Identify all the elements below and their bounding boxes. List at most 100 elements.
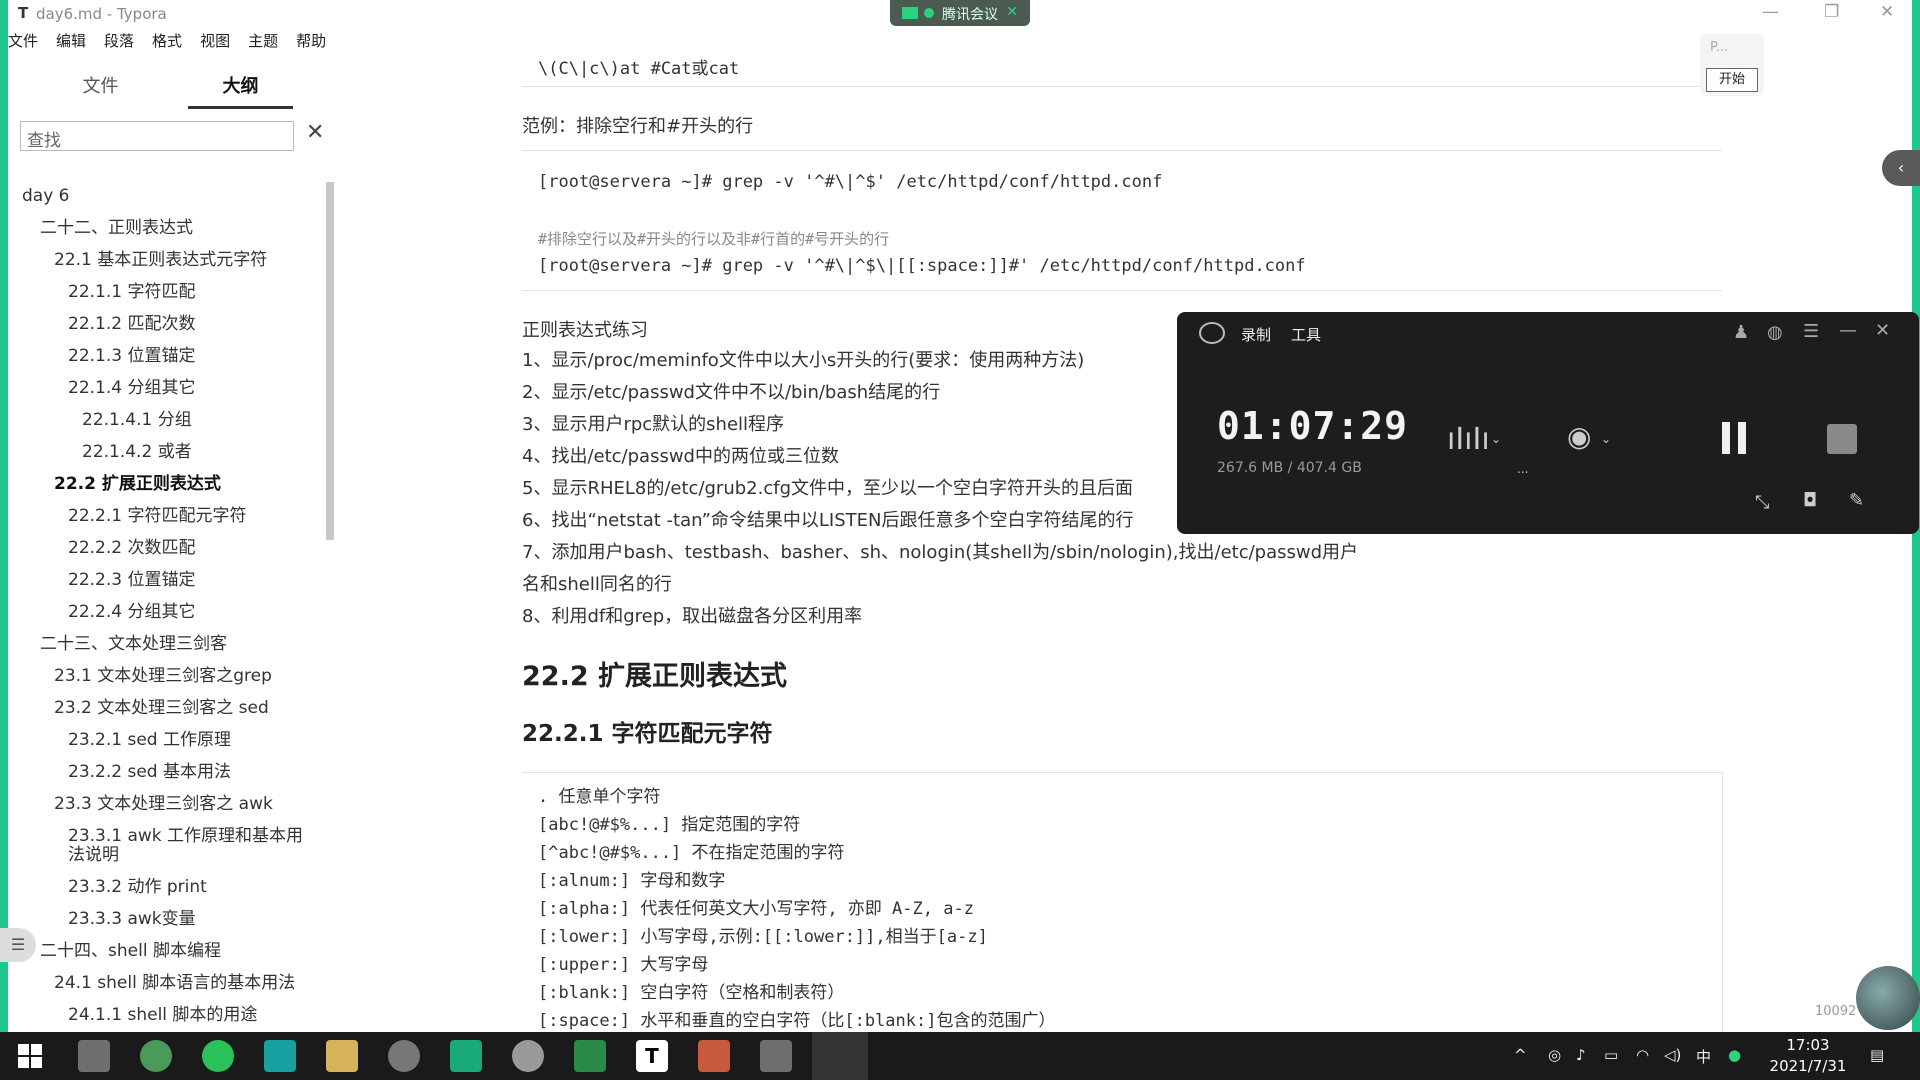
pen-icon[interactable]: ✎: [1849, 490, 1864, 511]
start-button[interactable]: 开始: [1706, 68, 1758, 92]
excel-icon[interactable]: [574, 1040, 606, 1072]
recorder-menu-record[interactable]: 录制: [1241, 324, 1271, 345]
active-app-slot[interactable]: [812, 1032, 868, 1080]
outline-item[interactable]: 22.1.2 匹配次数: [68, 314, 195, 335]
outline-item-continued[interactable]: 法说明: [68, 845, 119, 866]
menu-paragraph[interactable]: 段落: [104, 30, 134, 51]
outline-item[interactable]: 22.2.4 分组其它: [68, 602, 195, 623]
practice-item: 6、找出“netstat -tan”命令结果中以LISTEN后跟任意多个空白字符…: [522, 510, 1134, 531]
screen-recorder-panel: 录制 工具 ♟ ◍ ☰ — ✕ 01:07:29 267.6 MB / 407.…: [1177, 312, 1919, 534]
outline-item[interactable]: 22.1.4 分组其它: [68, 378, 195, 399]
tray-camera-icon[interactable]: ◎: [1548, 1046, 1561, 1064]
outline-item[interactable]: 23.3.2 动作 print: [68, 877, 207, 898]
pause-button[interactable]: [1722, 422, 1748, 454]
outline-item[interactable]: 22.2 扩展正则表达式: [54, 474, 221, 495]
chat-icon[interactable]: ◍: [1767, 322, 1783, 343]
typora-icon[interactable]: T: [636, 1040, 668, 1072]
webcam-chevron-down-icon[interactable]: ⌄: [1601, 432, 1611, 446]
tab-outline[interactable]: 大纲: [188, 72, 293, 109]
taskbar-app-icon[interactable]: [78, 1040, 110, 1072]
audio-wave-icon[interactable]: ıIıIı: [1447, 422, 1490, 457]
tray-volume-icon[interactable]: ◁): [1664, 1046, 1681, 1064]
code-block-border: [1722, 772, 1723, 1032]
audio-chevron-down-icon[interactable]: ⌄: [1491, 432, 1501, 446]
screenshot-tool-icon[interactable]: [264, 1040, 296, 1072]
outline-item[interactable]: 22.1 基本正则表达式元字符: [54, 250, 267, 271]
outline-item[interactable]: day 6: [22, 186, 70, 207]
powerpoint-icon[interactable]: [698, 1040, 730, 1072]
search-input[interactable]: 查找: [20, 121, 294, 151]
webcam-icon[interactable]: ◉: [1567, 420, 1591, 453]
divider: [522, 150, 1722, 151]
search-close-icon[interactable]: ✕: [306, 120, 324, 145]
code-line: \(C\|c\)at #Cat或cat: [538, 59, 740, 79]
signal-icon: [902, 7, 918, 19]
taskbar-app-icon-2[interactable]: [760, 1040, 792, 1072]
typora-app-icon: T: [18, 4, 29, 22]
minimize-button[interactable]: —: [1762, 2, 1779, 22]
menu-edit[interactable]: 编辑: [56, 30, 86, 51]
windows-start-icon[interactable]: [18, 1044, 42, 1068]
outline-item[interactable]: 二十二、正则表达式: [40, 218, 193, 239]
outline-item[interactable]: 23.2.1 sed 工作原理: [68, 730, 231, 751]
clock-date[interactable]: 2021/7/31: [1760, 1057, 1856, 1075]
meeting-label: 腾讯会议: [942, 7, 998, 23]
media-app-icon[interactable]: [512, 1040, 544, 1072]
menu-file[interactable]: 文件: [8, 30, 38, 51]
clock-time[interactable]: 17:03: [1768, 1036, 1848, 1054]
tray-battery-icon[interactable]: ▭: [1604, 1046, 1618, 1064]
sidebar-toggle-icon[interactable]: ☰: [0, 928, 36, 962]
outline-item[interactable]: 22.1.4.2 或者: [82, 442, 192, 463]
wechat-icon[interactable]: [202, 1040, 234, 1072]
outline-item[interactable]: 22.1.1 字符匹配: [68, 282, 195, 303]
menu-format[interactable]: 格式: [152, 30, 182, 51]
outline-item[interactable]: 22.2.3 位置锚定: [68, 570, 195, 591]
fullscreen-icon[interactable]: ⤡: [1755, 492, 1769, 513]
meeting-close-icon[interactable]: ✕: [1006, 4, 1018, 20]
window-title: day6.md - Typora: [36, 5, 167, 23]
outline-item[interactable]: 二十三、文本处理三剑客: [40, 634, 227, 655]
recorder-minimize-button[interactable]: —: [1839, 320, 1857, 341]
practice-item: 2、显示/etc/passwd文件中不以/bin/bash结尾的行: [522, 382, 941, 403]
maximize-button[interactable]: ❐: [1824, 2, 1839, 22]
outline-item[interactable]: 23.3 文本处理三剑客之 awk: [54, 794, 273, 815]
tencent-meeting-chip[interactable]: 腾讯会议 ✕: [890, 0, 1030, 26]
mini-widget-label: P...: [1710, 40, 1729, 55]
outline-item[interactable]: 23.1 文本处理三剑客之grep: [54, 666, 272, 687]
menu-help[interactable]: 帮助: [296, 30, 326, 51]
stop-button[interactable]: [1827, 424, 1857, 454]
outline-item[interactable]: 24.1.1 shell 脚本的用途: [68, 1005, 257, 1026]
tray-mic-icon[interactable]: ♪: [1576, 1046, 1586, 1064]
notification-icon[interactable]: ▤: [1870, 1046, 1884, 1064]
tray-app-icon[interactable]: ●: [1728, 1046, 1741, 1064]
tray-expand-icon[interactable]: ^: [1514, 1046, 1527, 1064]
camera-snapshot-icon[interactable]: ◘: [1803, 490, 1817, 511]
menu-theme[interactable]: 主题: [248, 30, 278, 51]
outline-item[interactable]: 23.3.1 awk 工作原理和基本用: [68, 826, 303, 847]
close-button[interactable]: ✕: [1880, 2, 1894, 22]
outline-item[interactable]: 23.2 文本处理三剑客之 sed: [54, 698, 269, 719]
tab-files[interactable]: 文件: [48, 72, 153, 106]
outline-item[interactable]: 22.2.1 字符匹配元字符: [68, 506, 246, 527]
chrome-icon[interactable]: [140, 1040, 172, 1072]
outline-item[interactable]: 23.2.2 sed 基本用法: [68, 762, 231, 783]
outline-item[interactable]: 22.1.4.1 分组: [82, 410, 192, 431]
sidebar-scrollbar[interactable]: [326, 182, 334, 540]
outline-item[interactable]: 22.1.3 位置锚定: [68, 346, 195, 367]
tray-ime-label[interactable]: 中: [1696, 1046, 1711, 1067]
outline-item[interactable]: 二十四、shell 脚本编程: [40, 941, 221, 962]
outline-item[interactable]: 23.3.3 awk变量: [68, 909, 196, 930]
side-panel-toggle-icon[interactable]: ‹: [1882, 150, 1920, 186]
meeting-app-icon[interactable]: [450, 1040, 482, 1072]
recorder-menu-tools[interactable]: 工具: [1291, 324, 1321, 345]
code-line: [:lower:] 小写字母,示例:[[:lower:]],相当于[a-z]: [538, 927, 988, 947]
menu-icon[interactable]: ☰: [1803, 321, 1819, 342]
menu-view[interactable]: 视图: [200, 30, 230, 51]
user-icon[interactable]: ♟: [1733, 322, 1749, 343]
folder-icon[interactable]: [326, 1040, 358, 1072]
recorder-close-button[interactable]: ✕: [1875, 320, 1890, 341]
outline-item[interactable]: 24.1 shell 脚本语言的基本用法: [54, 973, 295, 994]
terminal-app-icon[interactable]: [388, 1040, 420, 1072]
outline-item[interactable]: 22.2.2 次数匹配: [68, 538, 195, 559]
tray-wifi-icon[interactable]: ◠: [1636, 1046, 1649, 1064]
